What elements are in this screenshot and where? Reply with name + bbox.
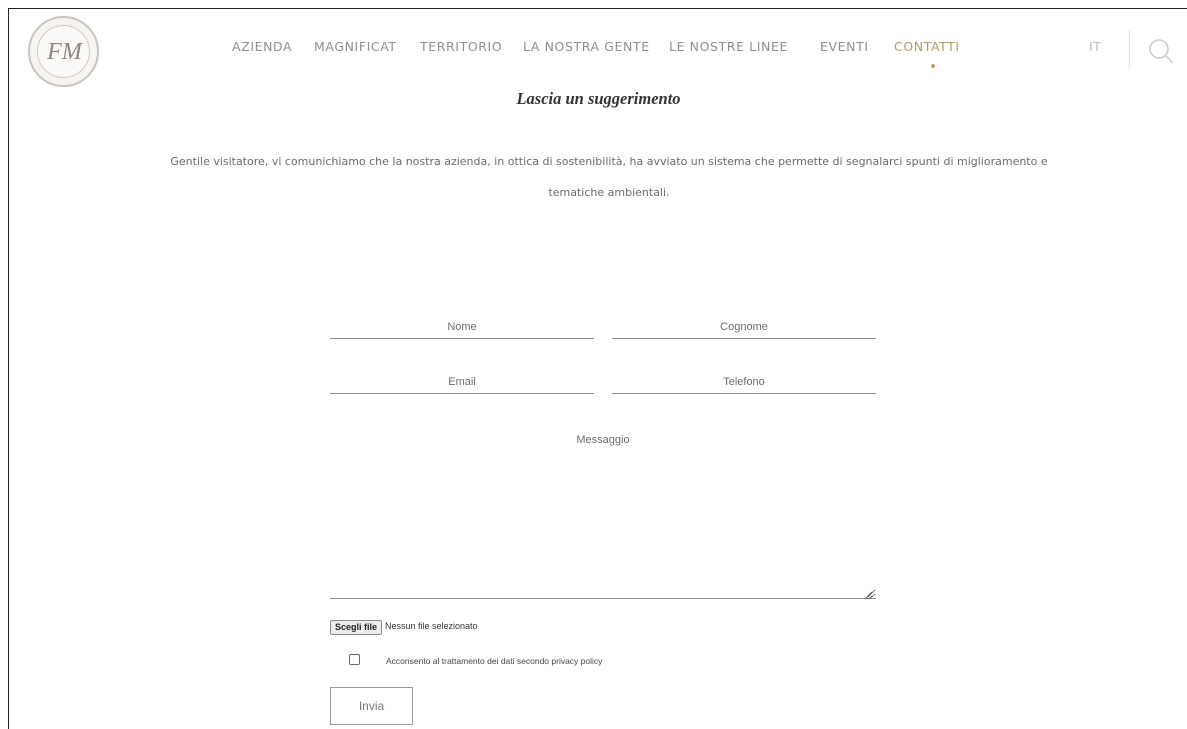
intro-line-2: tematiche ambientali. [548,186,670,199]
nav-item-territorio[interactable]: TERRITORIO [420,39,502,54]
resize-handle-icon[interactable] [864,587,873,600]
phone-field[interactable] [612,370,876,394]
consent-checkbox[interactable] [349,654,360,665]
message-field[interactable] [330,421,876,599]
consent-label: Acconsento al trattamento dei dati secon… [386,656,603,666]
submit-button[interactable]: Invia [330,687,413,725]
page-title: Lascia un suggerimento [516,89,681,108]
last-name-field[interactable] [612,315,876,339]
language-selector[interactable]: IT [1089,39,1101,54]
nav-item-la-nostra-gente[interactable]: LA NOSTRA GENTE [523,39,650,54]
email-field[interactable] [330,370,594,394]
search-icon[interactable] [1146,36,1176,66]
nav-item-azienda[interactable]: AZIENDA [232,39,292,54]
nav-item-contatti[interactable]: CONTATTI [894,39,960,54]
nav-item-le-nostre-linee[interactable]: LE NOSTRE LINEE [669,39,788,54]
intro-line-1: Gentile visitatore, vi comunichiamo che … [170,155,1048,168]
active-nav-indicator [931,64,935,68]
main-navigation: AZIENDA MAGNIFICAT TERRITORIO LA NOSTRA … [9,39,1187,68]
page-frame: FM AZIENDA MAGNIFICAT TERRITORIO LA NOST… [8,8,1187,729]
nav-item-eventi[interactable]: EVENTI [820,39,869,54]
nav-item-magnificat[interactable]: MAGNIFICAT [314,39,397,54]
first-name-field[interactable] [330,315,594,339]
header-divider [1129,30,1130,68]
choose-file-button[interactable]: Scegli file [330,620,383,635]
file-status-text: Nessun file selezionato [385,621,478,631]
intro-text: Gentile visitatore, vi comunichiamo che … [159,146,1059,208]
